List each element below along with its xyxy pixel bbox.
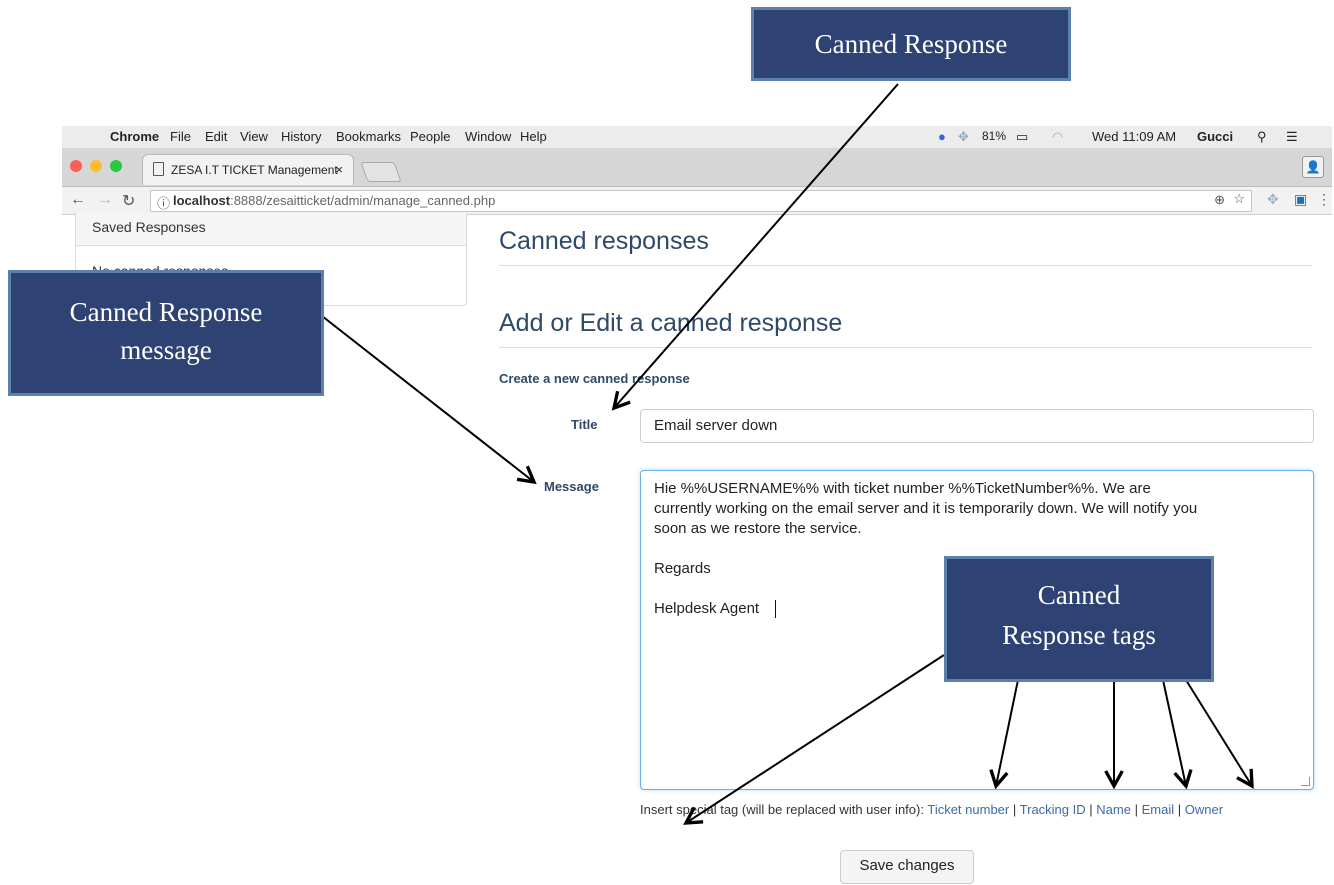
callout-text: Canned Response — [69, 297, 263, 327]
arrow-to-email-tag — [1185, 679, 1252, 786]
callout-text: Canned Response — [814, 29, 1008, 59]
arrow-to-title — [614, 83, 899, 408]
arrow-to-message — [321, 315, 534, 482]
callout-canned-response: Canned Response — [751, 7, 1071, 81]
arrow-to-owner-tag — [686, 654, 945, 823]
callout-canned-response-message: Canned Response message — [8, 270, 324, 396]
callout-text: Response tags — [1002, 620, 1156, 650]
arrow-to-ticket-number-tag — [996, 679, 1019, 786]
arrow-to-name-tag — [1162, 679, 1186, 786]
callout-text: Canned — [1037, 580, 1121, 610]
callout-text: message — [120, 335, 212, 365]
annotation-arrows — [321, 83, 1334, 885]
callout-canned-response-tags: Canned Response tags — [944, 556, 1214, 682]
